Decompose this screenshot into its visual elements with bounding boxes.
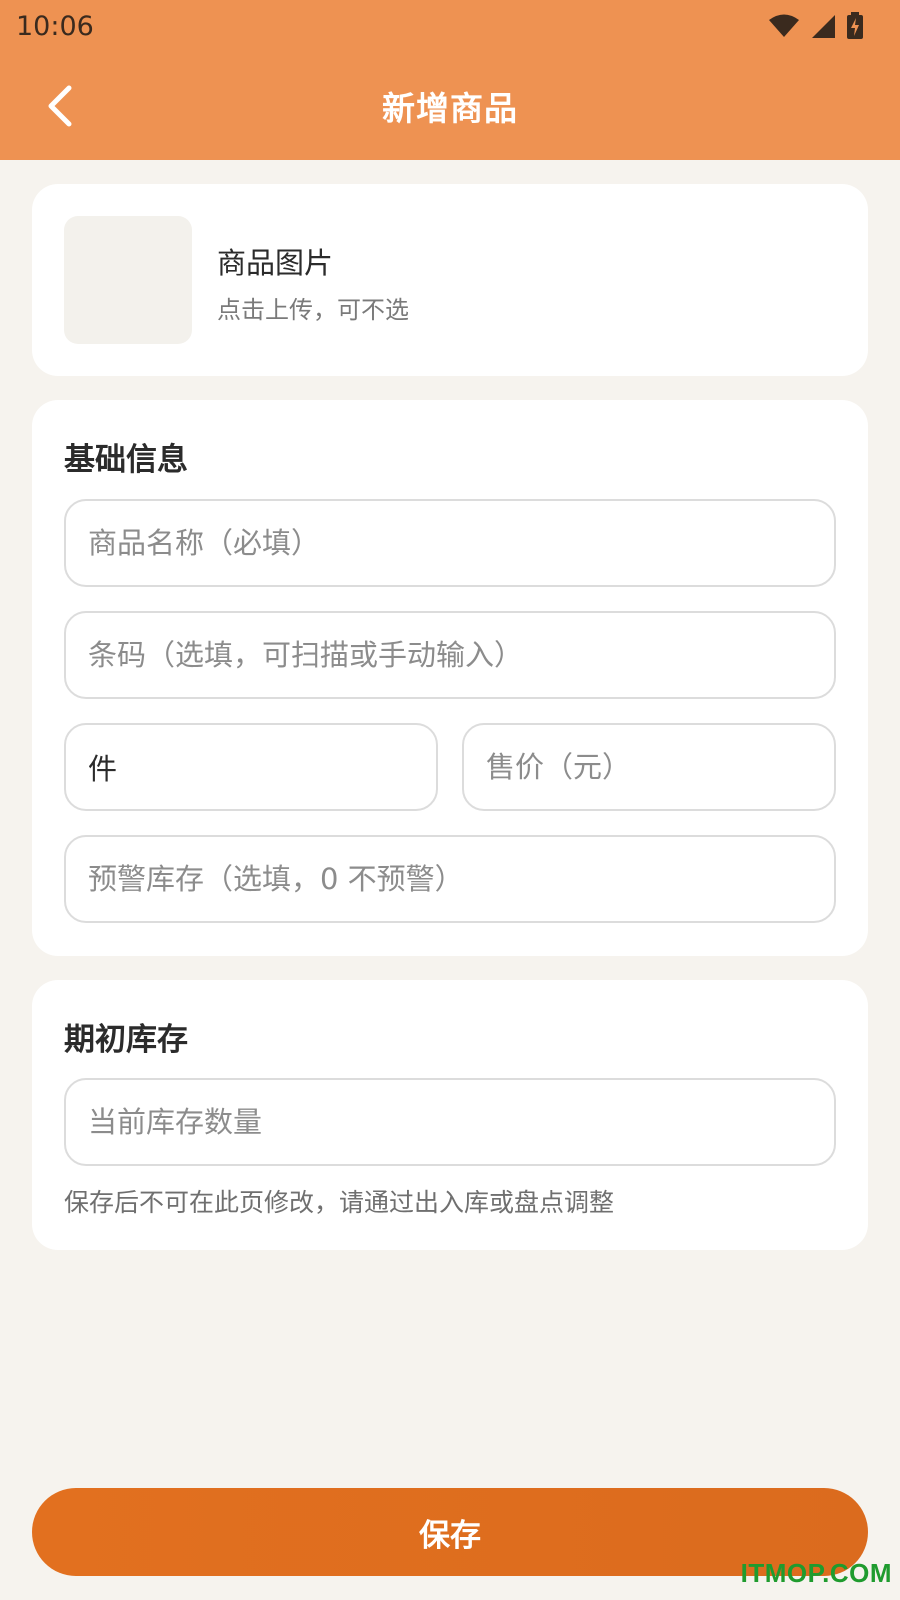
battery-charging-icon [847,12,863,39]
product-name-field[interactable] [64,499,836,587]
stock-quantity-input[interactable] [88,1105,812,1139]
image-upload-slot[interactable] [64,216,192,344]
image-card-subtitle: 点击上传，可不选 [217,296,409,324]
wifi-icon [769,14,799,37]
section-title-basic-info: 基础信息 [64,442,188,478]
chevron-left-icon [48,85,72,127]
image-card-title: 商品图片 [217,246,334,280]
unit-input[interactable] [88,750,414,784]
section-title-initial-stock: 期初库存 [64,1022,188,1058]
barcode-input[interactable] [88,638,812,672]
stock-quantity-field[interactable] [64,1078,836,1166]
barcode-field[interactable] [64,611,836,699]
back-button[interactable] [30,76,90,136]
product-image-card[interactable]: 商品图片 点击上传，可不选 [32,184,868,376]
stock-hint-text: 保存后不可在此页修改，请通过出入库或盘点调整 [64,1188,615,1217]
alert-stock-input[interactable] [88,862,812,896]
status-bar: 10:06 [0,0,900,52]
page-title: 新增商品 [382,89,518,128]
basic-info-card: 基础信息 [32,400,868,956]
unit-field[interactable] [64,723,438,811]
status-time: 10:06 [16,10,94,42]
price-field[interactable] [462,723,836,811]
alert-stock-field[interactable] [64,835,836,923]
initial-stock-card: 期初库存 保存后不可在此页修改，请通过出入库或盘点调整 [32,980,868,1250]
signal-icon [812,15,835,38]
app-bar: 新增商品 [0,52,900,160]
price-input[interactable] [486,750,812,784]
product-name-input[interactable] [88,526,812,560]
status-icons [768,12,864,40]
watermark-text: ITMOP.COM [740,1558,892,1588]
